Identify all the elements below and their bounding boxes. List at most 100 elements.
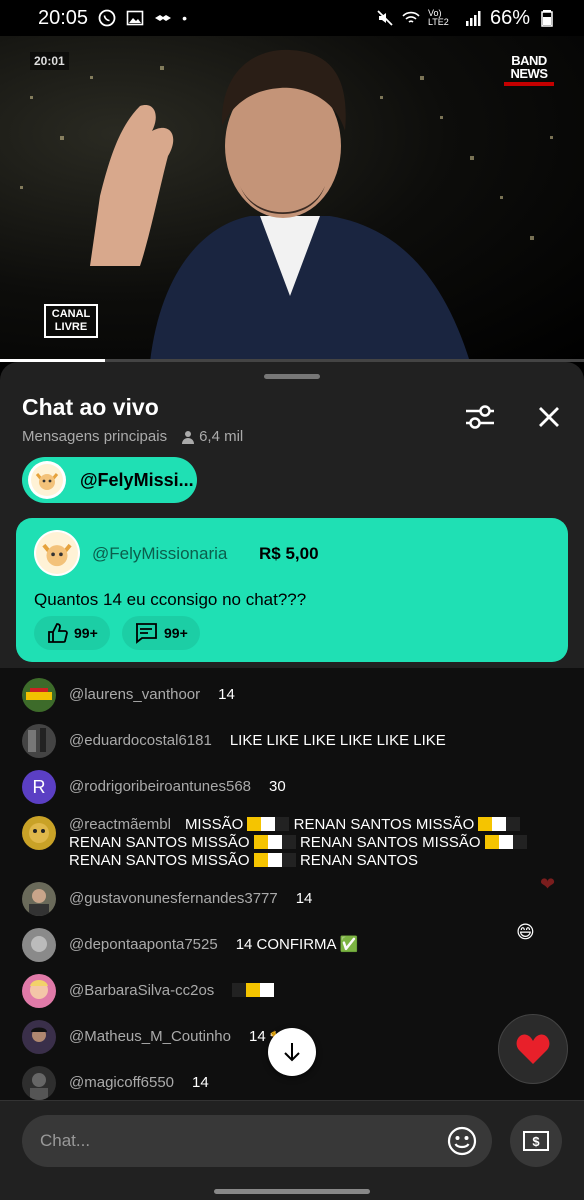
message-author[interactable]: @BarbaraSilva-cc2os bbox=[69, 974, 214, 1008]
avatar: R bbox=[22, 770, 56, 804]
emoji-icon[interactable] bbox=[446, 1125, 478, 1157]
svg-text:$: $ bbox=[532, 1134, 540, 1149]
reply-count: 99+ bbox=[164, 625, 188, 641]
reply-button[interactable]: 99+ bbox=[122, 616, 200, 650]
like-button[interactable]: 99+ bbox=[34, 616, 110, 650]
live-chat-panel: Chat ao vivo Mensagens principais 6,4 mi… bbox=[0, 362, 584, 1200]
video-player[interactable]: 20:01 BAND NEWS CANAL LIVRE bbox=[0, 36, 584, 362]
message-text: RENAN SANTOS bbox=[299, 852, 419, 869]
super-chat-amount: R$ 5,00 bbox=[259, 544, 319, 563]
gesture-bar[interactable] bbox=[214, 1189, 370, 1194]
avatar bbox=[22, 678, 56, 712]
chat-message[interactable]: R @rodrigoribeiroantunes568 30 bbox=[22, 770, 286, 804]
message-text: LIKE LIKE LIKE LIKE LIKE LIKE bbox=[229, 732, 446, 749]
message-author[interactable]: @eduardocostal6181 bbox=[69, 724, 212, 758]
brazil-flag-emoji bbox=[478, 816, 521, 833]
status-bar: 20:05 • Vo) LTE2 66% bbox=[0, 0, 584, 36]
scroll-to-bottom-button[interactable] bbox=[268, 1028, 316, 1076]
message-text: RENAN SANTOS MISSÃO bbox=[69, 852, 250, 869]
arrow-down-icon bbox=[284, 1043, 300, 1062]
chat-message[interactable]: @magicoff6550 14 bbox=[22, 1066, 209, 1100]
message-author[interactable]: @rodrigoribeiroantunes568 bbox=[69, 770, 251, 804]
message-author[interactable]: @Matheus_M_Coutinho bbox=[69, 1020, 231, 1054]
chat-message[interactable]: @eduardocostal6181 LIKE LIKE LIKE LIKE L… bbox=[22, 724, 446, 758]
like-count: 99+ bbox=[74, 625, 98, 641]
avatar bbox=[22, 882, 56, 916]
tune-icon[interactable] bbox=[462, 402, 498, 432]
super-chat-message: Quantos 14 eu cconsigo no chat??? bbox=[34, 590, 307, 609]
chat-title: Chat ao vivo bbox=[22, 394, 159, 420]
super-chat-button[interactable]: $ bbox=[510, 1115, 562, 1167]
floating-emoji-reaction: 😄 bbox=[516, 922, 535, 942]
clock: 20:05 bbox=[38, 6, 89, 29]
chat-message[interactable]: @BarbaraSilva-cc2os bbox=[22, 974, 275, 1008]
channel-logo-line2: NEWS bbox=[510, 66, 549, 81]
chat-subtitle[interactable]: Mensagens principais 6,4 mil bbox=[22, 428, 243, 445]
like-icon bbox=[48, 623, 68, 643]
network-label: Vo) LTE2 bbox=[427, 8, 449, 27]
brazil-flag-emoji bbox=[253, 834, 296, 851]
brazil-flag-emoji bbox=[247, 816, 290, 833]
wifi-icon bbox=[402, 11, 420, 23]
close-icon[interactable] bbox=[534, 402, 564, 432]
message-author[interactable]: @gustavonunesfernandes3777 bbox=[69, 882, 278, 916]
chat-input[interactable]: Chat... bbox=[22, 1115, 492, 1167]
handshake-icon bbox=[155, 15, 172, 21]
avatar bbox=[22, 724, 56, 758]
message-author[interactable]: @depontaaponta7525 bbox=[69, 928, 218, 962]
chat-message[interactable]: @gustavonunesfernandes3777 14 bbox=[22, 882, 312, 916]
video-timestamp: 20:01 bbox=[30, 52, 69, 70]
super-chat-card[interactable]: @FelyMissionaria R$ 5,00 Quantos 14 eu c… bbox=[16, 518, 568, 662]
brazil-flag-emoji bbox=[253, 852, 296, 869]
super-chat-icon: $ bbox=[523, 1131, 549, 1151]
avatar bbox=[22, 816, 56, 850]
message-text: 14 bbox=[218, 686, 235, 703]
avatar bbox=[22, 974, 56, 1008]
pinned-super-chat-chip[interactable]: @FelyMissi... bbox=[22, 457, 197, 503]
avatar bbox=[22, 1020, 56, 1054]
whatsapp-icon bbox=[98, 9, 116, 27]
chat-mode[interactable]: Mensagens principais bbox=[22, 428, 167, 445]
chat-input-bar: Chat... $ bbox=[0, 1100, 584, 1200]
person-icon bbox=[182, 430, 195, 444]
avatar bbox=[22, 1066, 56, 1100]
message-author[interactable]: @magicoff6550 bbox=[69, 1066, 174, 1100]
message-author[interactable]: @laurens_vanthoor bbox=[69, 678, 200, 712]
chat-message[interactable]: @reactmãembl MISSÃO RENAN SANTOS MISSÃO R… bbox=[22, 816, 562, 870]
drag-handle[interactable] bbox=[264, 374, 320, 379]
chat-message[interactable]: @laurens_vanthoor 14 bbox=[22, 678, 235, 712]
gallery-icon bbox=[126, 10, 144, 26]
chat-input-placeholder: Chat... bbox=[40, 1131, 91, 1150]
battery-icon bbox=[541, 10, 553, 27]
message-text: 14 CONFIRMA ✅ bbox=[235, 936, 359, 953]
battery-percent: 66% bbox=[489, 6, 530, 29]
chip-label: @FelyMissi... bbox=[80, 469, 194, 490]
signal-icon bbox=[465, 11, 481, 26]
message-text: 14 bbox=[295, 890, 313, 907]
avatar bbox=[22, 928, 56, 962]
mute-icon bbox=[377, 10, 393, 26]
reply-icon bbox=[136, 623, 157, 644]
dot-icon: • bbox=[182, 10, 187, 26]
chat-message[interactable]: @depontaaponta7525 14 CONFIRMA ✅ bbox=[22, 928, 359, 962]
message-text: MISSÃO bbox=[184, 816, 244, 833]
message-text: 14 bbox=[192, 1074, 209, 1091]
brazil-flag-emoji bbox=[484, 834, 527, 851]
message-text: RENAN SANTOS MISSÃO bbox=[69, 834, 250, 851]
chat-message[interactable]: @Matheus_M_Coutinho 14 🐆🐆 bbox=[22, 1020, 307, 1054]
avatar bbox=[28, 461, 66, 499]
message-text: RENAN SANTOS MISSÃO bbox=[299, 834, 481, 851]
message-text: 30 bbox=[269, 778, 286, 795]
heart-icon bbox=[516, 1034, 550, 1064]
super-chat-author[interactable]: @FelyMissionaria bbox=[92, 544, 227, 564]
program-logo-line2: LIVRE bbox=[54, 321, 88, 333]
channel-logo: BAND NEWS bbox=[504, 54, 554, 86]
message-text: RENAN SANTOS MISSÃO bbox=[293, 816, 475, 833]
viewer-count: 6,4 mil bbox=[199, 428, 244, 445]
program-logo-line1: CANAL bbox=[51, 308, 91, 320]
brazil-flag-emoji bbox=[232, 974, 275, 1008]
avatar bbox=[34, 530, 80, 576]
floating-heart-reaction: ❤ bbox=[540, 874, 556, 894]
message-author[interactable]: @reactmãembl bbox=[69, 816, 171, 833]
reaction-button[interactable] bbox=[498, 1014, 568, 1084]
